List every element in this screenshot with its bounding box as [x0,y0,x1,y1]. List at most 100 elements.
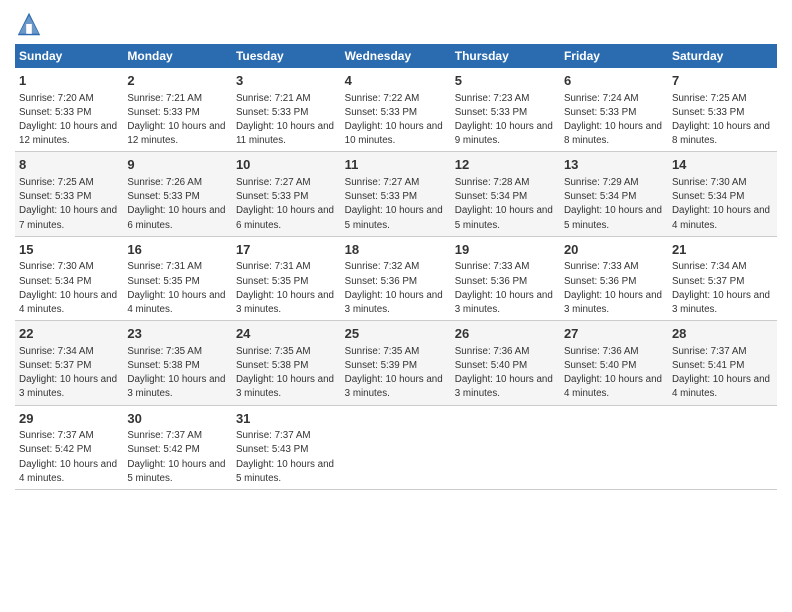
day-info: Sunrise: 7:32 AM Sunset: 5:36 PM Dayligh… [345,261,443,315]
day-info: Sunrise: 7:20 AM Sunset: 5:33 PM Dayligh… [19,93,117,147]
calendar-body: 1 Sunrise: 7:20 AM Sunset: 5:33 PM Daylig… [15,68,777,490]
calendar-cell: 16 Sunrise: 7:31 AM Sunset: 5:35 PM Dayli… [123,236,232,320]
calendar-cell [560,405,668,489]
calendar-cell: 2Sunrise: 7:21 AM Sunset: 5:33 PM Daylig… [123,68,232,152]
day-info: Sunrise: 7:27 AM Sunset: 5:33 PM Dayligh… [236,177,334,231]
calendar-cell: 31 Sunrise: 7:37 AM Sunset: 5:43 PM Dayli… [232,405,341,489]
calendar-cell: 7 Sunrise: 7:25 AM Sunset: 5:33 PM Daylig… [668,68,777,152]
day-info: Sunrise: 7:37 AM Sunset: 5:43 PM Dayligh… [236,430,334,484]
header [15,10,777,38]
calendar-cell: 25Sunrise: 7:35 AM Sunset: 5:39 PM Dayli… [341,321,451,405]
day-info: Sunrise: 7:37 AM Sunset: 5:42 PM Dayligh… [127,430,225,484]
calendar-cell: 24 Sunrise: 7:35 AM Sunset: 5:38 PM Dayli… [232,321,341,405]
day-info: Sunrise: 7:21 AM Sunset: 5:33 PM Dayligh… [127,93,225,147]
day-number: 12 [455,156,556,174]
day-number: 22 [19,325,119,343]
day-number: 28 [672,325,773,343]
day-number: 19 [455,241,556,259]
calendar-cell: 27Sunrise: 7:36 AM Sunset: 5:40 PM Dayli… [560,321,668,405]
calendar-cell: 28 Sunrise: 7:37 AM Sunset: 5:41 PM Dayli… [668,321,777,405]
calendar-cell: 30 Sunrise: 7:37 AM Sunset: 5:42 PM Dayli… [123,405,232,489]
day-number: 31 [236,410,337,428]
day-info: Sunrise: 7:28 AM Sunset: 5:34 PM Dayligh… [455,177,553,231]
calendar-cell: 3Sunrise: 7:21 AM Sunset: 5:33 PM Daylig… [232,68,341,152]
calendar-cell: 13 Sunrise: 7:29 AM Sunset: 5:34 PM Dayli… [560,152,668,236]
day-number: 30 [127,410,228,428]
day-number: 10 [236,156,337,174]
col-header-friday: Friday [560,44,668,68]
calendar-cell: 18 Sunrise: 7:32 AM Sunset: 5:36 PM Dayli… [341,236,451,320]
week-row-1: 1 Sunrise: 7:20 AM Sunset: 5:33 PM Daylig… [15,68,777,152]
day-info: Sunrise: 7:37 AM Sunset: 5:42 PM Dayligh… [19,430,117,484]
calendar-cell: 23Sunrise: 7:35 AM Sunset: 5:38 PM Dayli… [123,321,232,405]
day-number: 6 [564,72,664,90]
calendar-cell: 1 Sunrise: 7:20 AM Sunset: 5:33 PM Daylig… [15,68,123,152]
calendar-cell: 10 Sunrise: 7:27 AM Sunset: 5:33 PM Dayli… [232,152,341,236]
day-number: 16 [127,241,228,259]
day-number: 24 [236,325,337,343]
day-number: 18 [345,241,447,259]
day-number: 9 [127,156,228,174]
day-info: Sunrise: 7:30 AM Sunset: 5:34 PM Dayligh… [19,261,117,315]
calendar-cell: 6 Sunrise: 7:24 AM Sunset: 5:33 PM Daylig… [560,68,668,152]
calendar-cell: 11 Sunrise: 7:27 AM Sunset: 5:33 PM Dayli… [341,152,451,236]
week-row-5: 29 Sunrise: 7:37 AM Sunset: 5:42 PM Dayli… [15,405,777,489]
day-info: Sunrise: 7:33 AM Sunset: 5:36 PM Dayligh… [564,261,662,315]
day-info: Sunrise: 7:34 AM Sunset: 5:37 PM Dayligh… [672,261,770,315]
day-number: 3 [236,72,337,90]
week-row-2: 8 Sunrise: 7:25 AM Sunset: 5:33 PM Daylig… [15,152,777,236]
day-number: 26 [455,325,556,343]
calendar-cell: 5 Sunrise: 7:23 AM Sunset: 5:33 PM Daylig… [451,68,560,152]
day-info: Sunrise: 7:25 AM Sunset: 5:33 PM Dayligh… [672,93,770,147]
col-header-wednesday: Wednesday [341,44,451,68]
calendar-cell: 12 Sunrise: 7:28 AM Sunset: 5:34 PM Dayli… [451,152,560,236]
col-header-monday: Monday [123,44,232,68]
calendar-cell: 9 Sunrise: 7:26 AM Sunset: 5:33 PM Daylig… [123,152,232,236]
day-info: Sunrise: 7:30 AM Sunset: 5:34 PM Dayligh… [672,177,770,231]
calendar-cell: 17Sunrise: 7:31 AM Sunset: 5:35 PM Dayli… [232,236,341,320]
logo-icon [15,10,43,38]
day-info: Sunrise: 7:34 AM Sunset: 5:37 PM Dayligh… [19,346,117,400]
day-info: Sunrise: 7:31 AM Sunset: 5:35 PM Dayligh… [127,261,225,315]
header-row: SundayMondayTuesdayWednesdayThursdayFrid… [15,44,777,68]
day-number: 15 [19,241,119,259]
day-number: 13 [564,156,664,174]
calendar-cell: 21 Sunrise: 7:34 AM Sunset: 5:37 PM Dayli… [668,236,777,320]
calendar-cell: 15 Sunrise: 7:30 AM Sunset: 5:34 PM Dayli… [15,236,123,320]
calendar-cell: 4Sunrise: 7:22 AM Sunset: 5:33 PM Daylig… [341,68,451,152]
day-number: 11 [345,156,447,174]
day-number: 5 [455,72,556,90]
day-info: Sunrise: 7:35 AM Sunset: 5:38 PM Dayligh… [236,346,334,400]
calendar-table: SundayMondayTuesdayWednesdayThursdayFrid… [15,44,777,490]
day-info: Sunrise: 7:31 AM Sunset: 5:35 PM Dayligh… [236,261,334,315]
calendar-cell [668,405,777,489]
day-info: Sunrise: 7:29 AM Sunset: 5:34 PM Dayligh… [564,177,662,231]
col-header-tuesday: Tuesday [232,44,341,68]
day-number: 20 [564,241,664,259]
calendar-cell: 8 Sunrise: 7:25 AM Sunset: 5:33 PM Daylig… [15,152,123,236]
day-info: Sunrise: 7:33 AM Sunset: 5:36 PM Dayligh… [455,261,553,315]
calendar-header: SundayMondayTuesdayWednesdayThursdayFrid… [15,44,777,68]
day-number: 14 [672,156,773,174]
day-info: Sunrise: 7:23 AM Sunset: 5:33 PM Dayligh… [455,93,553,147]
calendar-cell [341,405,451,489]
calendar-cell: 26Sunrise: 7:36 AM Sunset: 5:40 PM Dayli… [451,321,560,405]
day-number: 8 [19,156,119,174]
day-number: 21 [672,241,773,259]
day-number: 7 [672,72,773,90]
day-info: Sunrise: 7:26 AM Sunset: 5:33 PM Dayligh… [127,177,225,231]
day-info: Sunrise: 7:27 AM Sunset: 5:33 PM Dayligh… [345,177,443,231]
calendar-cell: 22 Sunrise: 7:34 AM Sunset: 5:37 PM Dayli… [15,321,123,405]
day-info: Sunrise: 7:22 AM Sunset: 5:33 PM Dayligh… [345,93,443,147]
week-row-4: 22 Sunrise: 7:34 AM Sunset: 5:37 PM Dayli… [15,321,777,405]
day-info: Sunrise: 7:37 AM Sunset: 5:41 PM Dayligh… [672,346,770,400]
day-number: 25 [345,325,447,343]
day-info: Sunrise: 7:25 AM Sunset: 5:33 PM Dayligh… [19,177,117,231]
col-header-saturday: Saturday [668,44,777,68]
day-number: 29 [19,410,119,428]
day-number: 1 [19,72,119,90]
day-info: Sunrise: 7:35 AM Sunset: 5:38 PM Dayligh… [127,346,225,400]
calendar-cell: 19 Sunrise: 7:33 AM Sunset: 5:36 PM Dayli… [451,236,560,320]
day-info: Sunrise: 7:24 AM Sunset: 5:33 PM Dayligh… [564,93,662,147]
col-header-thursday: Thursday [451,44,560,68]
